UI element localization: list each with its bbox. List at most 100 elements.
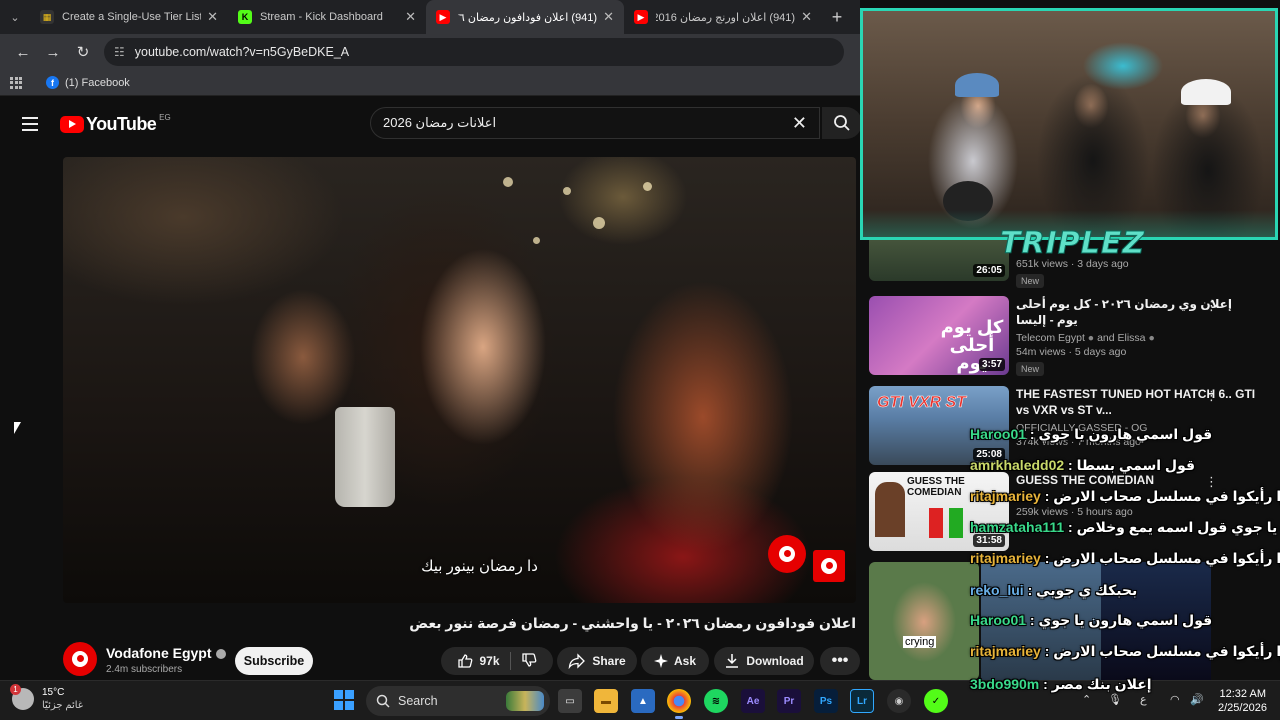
divider: [509, 652, 511, 670]
video-thumbnail[interactable]: crying: [869, 562, 979, 680]
thumbnail-text: GUESS THE COMEDIAN: [907, 476, 965, 498]
chat-message: Haroo01 : قول اسمي هارون يا جوي: [970, 426, 1212, 443]
ask-label: Ask: [673, 654, 696, 668]
forward-arrow-icon[interactable]: →: [38, 37, 68, 67]
site-info-icon[interactable]: ☷: [114, 45, 125, 59]
task-view-icon[interactable]: ▭: [558, 689, 582, 713]
microphone-icon[interactable]: 🎙: [1108, 693, 1122, 706]
kick-app-icon[interactable]: ✓: [924, 689, 948, 713]
video-title[interactable]: GUESS THE COMEDIAN: [1016, 472, 1256, 488]
language-indicator[interactable]: ع: [1140, 693, 1147, 706]
video-channel[interactable]: Telecom Egypt: [1016, 332, 1085, 344]
close-tab-icon[interactable]: ✕: [207, 9, 218, 25]
clear-search-icon[interactable]: ✕: [792, 113, 807, 134]
bookmark-facebook[interactable]: (1) Facebook: [65, 77, 130, 89]
milk-glass: [335, 407, 395, 507]
close-tab-icon[interactable]: ✕: [801, 9, 812, 25]
chat-text: قولوا رأيكوا في مسلسل صحاب الارض: [1053, 550, 1280, 566]
more-horizontal-icon: •••: [831, 652, 849, 669]
search-input[interactable]: اعلانات رمضان 2026 ✕: [370, 107, 820, 139]
spotify-icon[interactable]: ≋: [704, 689, 728, 713]
chat-text: قولوا رأيكوا في مسلسل صحاب الارض: [1053, 488, 1280, 504]
search-icon: [834, 115, 850, 131]
menu-icon[interactable]: [22, 117, 38, 135]
tab-orange-video[interactable]: ▶ (941) اعلان اورنج رمضان 2016 - ✕: [624, 0, 822, 34]
chat-user: reko_lui: [970, 582, 1024, 598]
volume-icon[interactable]: 🔊: [1190, 693, 1204, 706]
tab-search-icon[interactable]: ⌄: [0, 0, 30, 34]
file-explorer-icon[interactable]: ▬: [594, 689, 618, 713]
chat-sep: :: [1039, 676, 1052, 692]
person-figure: [875, 482, 905, 537]
logo-text: YouTube: [86, 114, 157, 134]
download-button[interactable]: Download: [714, 647, 814, 675]
weather-widget[interactable]: 1 15°C غائم جزئيًا: [10, 684, 83, 712]
chat-text: قول اسمي بسطا: [1076, 457, 1196, 473]
video-meta: إعلان وي رمضان ٢٠٢٦ - كل يوم أحلى يوم - …: [1016, 296, 1256, 377]
after-effects-icon[interactable]: Ae: [741, 689, 765, 713]
youtube-logo[interactable]: YouTube EG: [60, 113, 171, 135]
start-button[interactable]: [334, 690, 354, 710]
premiere-icon[interactable]: Pr: [777, 689, 801, 713]
video-views: 259k views · 5 hours ago: [1016, 506, 1133, 518]
system-clock[interactable]: 12:32 AM 2/25/2026: [1218, 687, 1267, 715]
ask-button[interactable]: Ask: [641, 647, 709, 675]
lightroom-icon[interactable]: Lr: [850, 689, 874, 713]
share-button[interactable]: Share: [557, 647, 637, 675]
channel-name-row[interactable]: Vodafone Egypt: [106, 645, 226, 661]
video-thumbnail[interactable]: 26:05: [869, 240, 1009, 281]
chat-user: 3bdo990m: [970, 676, 1040, 692]
subscribe-button[interactable]: Subscribe: [235, 647, 313, 675]
close-tab-icon[interactable]: ✕: [603, 9, 614, 25]
video-player[interactable]: دا رمضان بينور بيك: [63, 157, 856, 603]
photos-icon[interactable]: ▲: [631, 689, 655, 713]
dislike-button[interactable]: [521, 652, 537, 671]
reload-icon[interactable]: ↻: [68, 37, 98, 67]
search-button[interactable]: [822, 107, 862, 139]
apps-grid-icon[interactable]: [10, 76, 22, 89]
notification-badge: 1: [10, 684, 21, 695]
thumbs-up-icon: [458, 654, 473, 668]
address-bar[interactable]: ☷ youtube.com/watch?v=n5GyBeDKE_A: [104, 38, 844, 66]
chat-text: يا جوي قول اسمه يمع وخلاص: [1076, 519, 1278, 535]
search-icon: [376, 694, 390, 708]
cloud-icon: 1: [10, 684, 34, 710]
tab-vodafone-video[interactable]: ▶ (941) اعلان فودافون رمضان ٢٠٢٦ - ✕: [426, 0, 624, 34]
tray-chevron-icon[interactable]: ⌃: [1082, 693, 1091, 706]
close-tab-icon[interactable]: ✕: [405, 9, 416, 25]
video-channel-2[interactable]: and Elissa: [1097, 332, 1145, 344]
person-figure: [929, 508, 943, 538]
video-title[interactable]: THE FASTEST TUNED HOT HATCH 6.. GTI vs V…: [1016, 386, 1256, 418]
person-figure: [949, 508, 963, 538]
facebook-icon: f: [46, 76, 59, 89]
channel-avatar[interactable]: [63, 642, 97, 676]
tab-tier-list[interactable]: ▦ Create a Single-Use Tier List (R ✕: [30, 0, 228, 34]
new-tab-button[interactable]: +: [822, 7, 852, 28]
more-actions-button[interactable]: •••: [820, 647, 860, 675]
chat-user: ritajmariey: [970, 488, 1041, 504]
video-thumbnail[interactable]: GUESS THE COMEDIAN 31:58: [869, 472, 1009, 551]
wifi-icon[interactable]: ◠: [1170, 693, 1180, 706]
photoshop-icon[interactable]: Ps: [814, 689, 838, 713]
chat-text: إعلان بنك مصر: [1051, 676, 1152, 692]
more-vert-icon[interactable]: ⋮: [1205, 298, 1218, 314]
chat-sep: :: [1023, 582, 1037, 598]
video-title[interactable]: إعلان وي رمضان ٢٠٢٦ - كل يوم أحلى يوم - …: [1016, 296, 1256, 328]
back-arrow-icon[interactable]: ←: [8, 37, 38, 67]
like-count: 97k: [479, 654, 500, 668]
stream-brand-logo: TRIPLEZ: [999, 226, 1146, 262]
region-code: EG: [159, 113, 171, 122]
taskbar-search[interactable]: Search: [366, 686, 550, 716]
tab-kick-dashboard[interactable]: K Stream - Kick Dashboard ✕: [228, 0, 426, 34]
more-vert-icon[interactable]: ⋮: [1205, 388, 1218, 404]
like-button[interactable]: 97k: [457, 653, 500, 669]
obs-icon[interactable]: ◉: [887, 689, 911, 713]
chat-sep: :: [1040, 488, 1054, 504]
tab-label: (941) اعلان فودافون رمضان ٢٠٢٦ -: [458, 11, 598, 24]
video-thumbnail[interactable]: كل يوم أحلى يوم 3:57: [869, 296, 1009, 375]
chrome-icon[interactable]: [667, 689, 691, 719]
bokeh-light: [533, 237, 540, 244]
verified-check-icon: [215, 649, 226, 660]
bookmarks-bar: f (1) Facebook: [0, 70, 860, 96]
chat-message: ritajmariey : قولوا رأيكوا في مسلسل صحاب…: [970, 488, 1280, 505]
